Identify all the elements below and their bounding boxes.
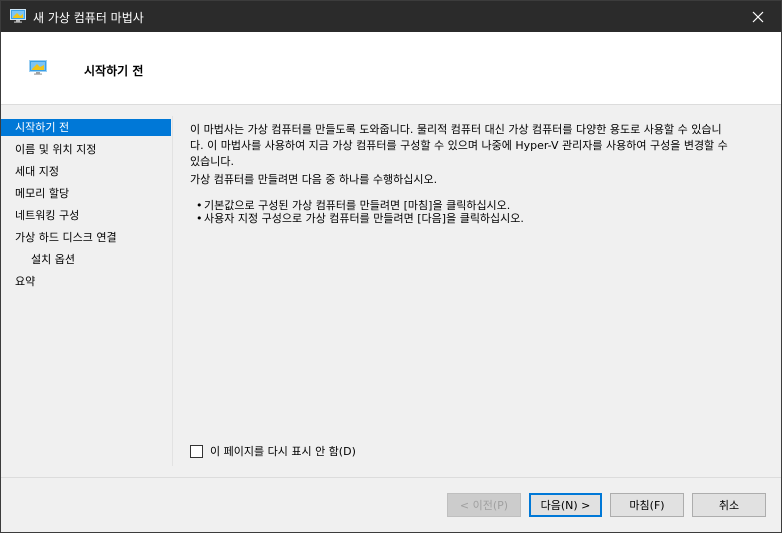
nav-item-virtual-hard-disk[interactable]: 가상 하드 디스크 연결 <box>1 229 171 246</box>
window-title: 새 가상 컴퓨터 마법사 <box>33 11 144 25</box>
footer-divider <box>1 477 781 478</box>
intro-line: 다. 이 마법사를 사용하여 지금 가상 컴퓨터를 구성할 수 있으며 나중에 … <box>190 139 728 152</box>
option-list: • 기본값으로 구성된 가상 컴퓨터를 만들려면 [마침]을 클릭하십시오. • 사… <box>196 199 524 225</box>
page-title: 시작하기 전 <box>84 64 144 78</box>
close-button[interactable] <box>735 1 781 32</box>
vm-monitor-icon <box>29 60 47 75</box>
finish-button[interactable]: 마침(F) <box>610 493 684 517</box>
nav-item-before-you-begin[interactable]: 시작하기 전 <box>1 119 171 136</box>
next-button[interactable]: 다음(N) > <box>529 493 602 517</box>
wizard-steps-nav: 시작하기 전 이름 및 위치 지정 세대 지정 메모리 할당 네트워킹 구성 가… <box>1 116 173 466</box>
list-item-text: 사용자 지정 구성으로 가상 컴퓨터를 만들려면 [다음]을 클릭하십시오. <box>204 212 524 225</box>
nav-item-name-location[interactable]: 이름 및 위치 지정 <box>1 141 171 158</box>
vm-monitor-icon <box>10 9 26 23</box>
checkbox-label: 이 페이지를 다시 표시 안 함(D) <box>210 445 356 458</box>
intro-line: 이 마법사는 가상 컴퓨터를 만들도록 도와줍니다. 물리적 컴퓨터 대신 가상… <box>190 123 722 136</box>
title-bar[interactable]: 새 가상 컴퓨터 마법사 <box>1 1 781 32</box>
wizard-window: 새 가상 컴퓨터 마법사 시작하기 전 시작하기 전 이름 및 위치 지정 세대… <box>0 0 782 533</box>
dont-show-again-option[interactable]: 이 페이지를 다시 표시 안 함(D) <box>190 443 356 459</box>
nav-item-summary[interactable]: 요약 <box>1 273 171 290</box>
cancel-button[interactable]: 취소 <box>692 493 766 517</box>
list-item-text: 기본값으로 구성된 가상 컴퓨터를 만들려면 [마침]을 클릭하십시오. <box>204 199 511 212</box>
intro-line: 있습니다. <box>190 155 234 168</box>
nav-item-generation[interactable]: 세대 지정 <box>1 163 171 180</box>
nav-item-memory[interactable]: 메모리 할당 <box>1 185 171 202</box>
close-icon <box>752 11 764 22</box>
intro-text: 이 마법사는 가상 컴퓨터를 만들도록 도와줍니다. 물리적 컴퓨터 대신 가상… <box>190 122 768 170</box>
list-item: • 사용자 지정 구성으로 가상 컴퓨터를 만들려면 [다음]을 클릭하십시오. <box>196 212 524 225</box>
nav-item-installation-options[interactable]: 설치 옵션 <box>1 251 171 268</box>
nav-item-networking[interactable]: 네트워킹 구성 <box>1 207 171 224</box>
previous-button[interactable]: < 이전(P) <box>447 493 521 517</box>
wizard-header: 시작하기 전 <box>1 32 781 105</box>
dont-show-again-checkbox[interactable] <box>190 444 203 458</box>
list-item: • 기본값으로 구성된 가상 컴퓨터를 만들려면 [마침]을 클릭하십시오. <box>196 199 511 212</box>
instruction-text: 가상 컴퓨터를 만들려면 다음 중 하나를 수행하십시오. <box>190 173 438 186</box>
